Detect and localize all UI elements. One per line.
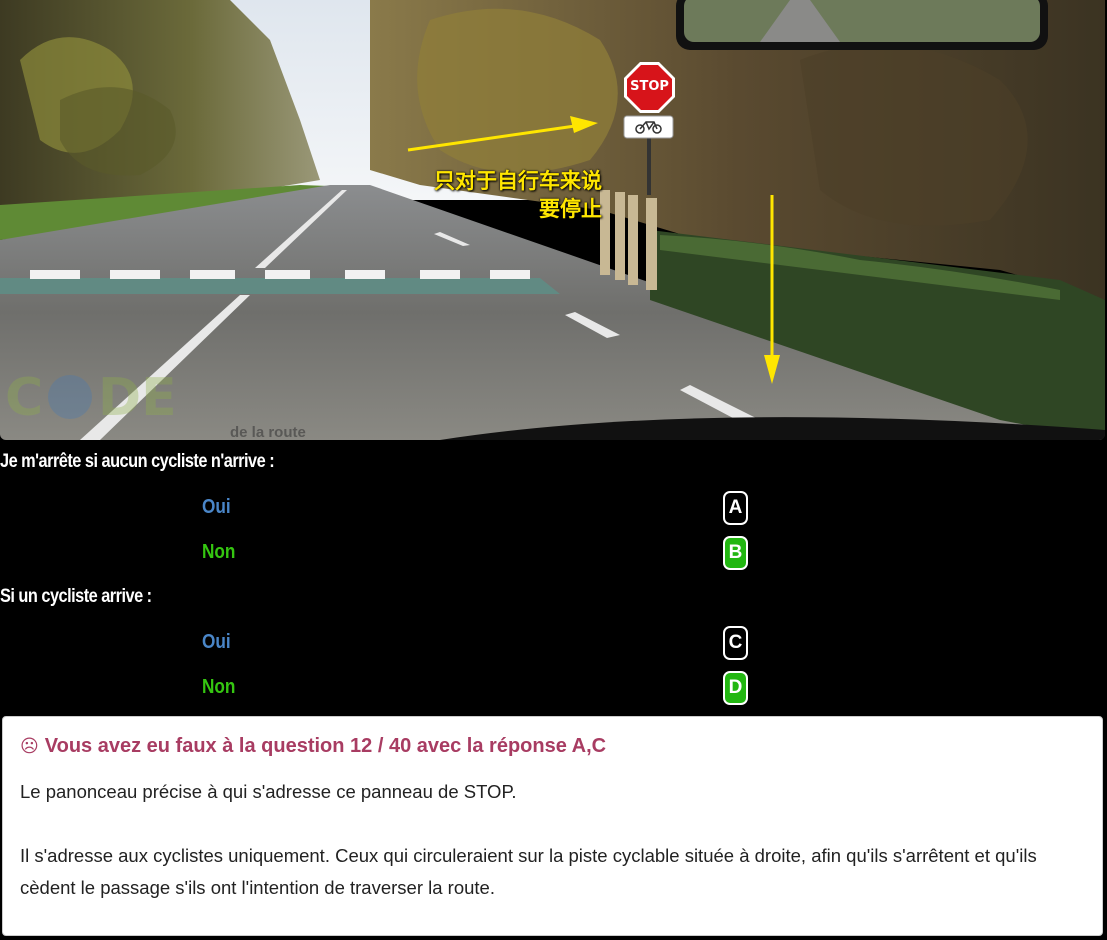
feedback-paragraph-2: Il s'adresse aux cyclistes uniquement. C… — [20, 845, 1037, 898]
answer-key-b[interactable]: B — [723, 536, 748, 570]
watermark-text: de la route — [230, 424, 306, 440]
annotation-label: 只对于自行车来说 要停止 — [390, 167, 602, 223]
option-d-label[interactable]: Non — [202, 676, 235, 699]
option-c-label[interactable]: Oui — [202, 631, 231, 654]
road-scene-photo: C DE STOP 只对于自行车来说 要停止 de la route — [0, 0, 1105, 440]
option-a-label[interactable]: Oui — [202, 496, 231, 519]
feedback-panel: ☹ Vous avez eu faux à la question 12 / 4… — [2, 716, 1103, 936]
question-1-label: Je m'arrête si aucun cycliste n'arrive : — [0, 451, 275, 472]
answer-key-d[interactable]: D — [723, 671, 748, 705]
answer-key-c[interactable]: C — [723, 626, 748, 660]
svg-text:DE: DE — [98, 368, 177, 428]
stop-sign-text: STOP — [630, 79, 669, 94]
feedback-title-text: Vous avez eu faux à la question 12 / 40 … — [44, 735, 607, 757]
answer-key-a[interactable]: A — [723, 491, 748, 525]
feedback-paragraph-1: Le panonceau précise à qui s'adresse ce … — [20, 781, 517, 802]
annotation-line-2: 要停止 — [539, 197, 602, 221]
annotation-line-1: 只对于自行车来说 — [434, 169, 602, 193]
question-2-label: Si un cycliste arrive : — [0, 586, 152, 607]
option-b-label[interactable]: Non — [202, 541, 235, 564]
sad-face-icon: ☹ — [20, 736, 39, 757]
svg-text:C: C — [5, 368, 43, 428]
feedback-title: ☹ Vous avez eu faux à la question 12 / 4… — [20, 735, 1085, 758]
